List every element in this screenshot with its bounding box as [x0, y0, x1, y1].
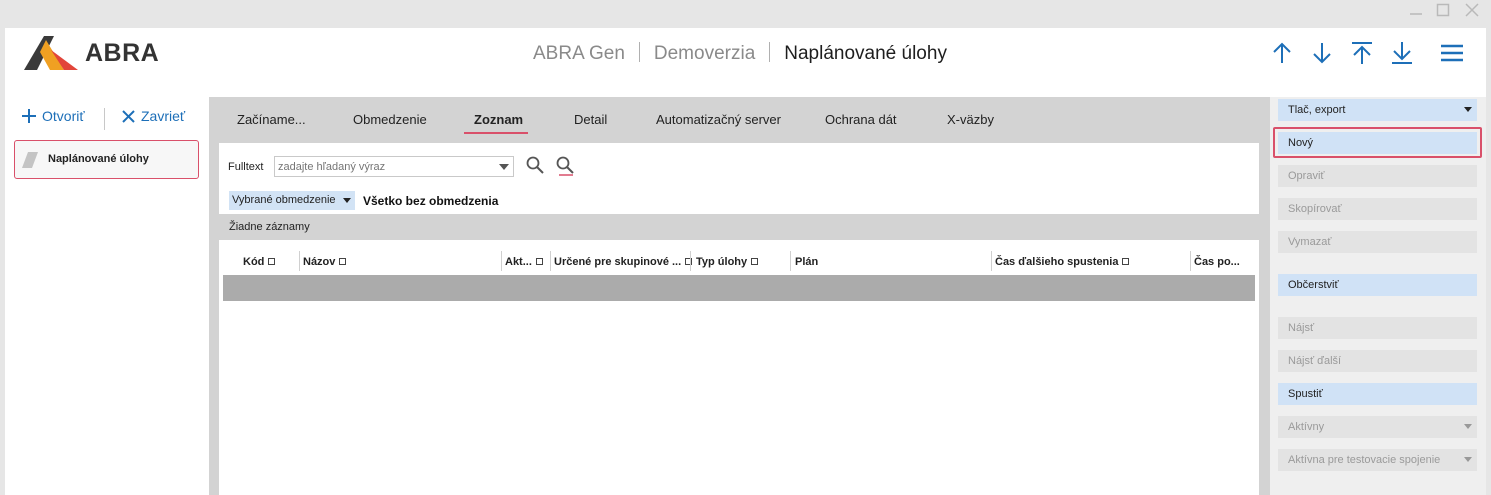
tab-detail[interactable]: Detail	[574, 112, 607, 127]
breadcrumb: ABRA Gen Demoverzia Naplánované úlohy	[533, 42, 947, 65]
toolbar-divider	[104, 108, 105, 130]
chevron-down-icon	[1464, 457, 1472, 462]
column-header-task-type[interactable]: Typ úlohy	[696, 256, 759, 268]
plus-icon	[22, 109, 36, 123]
open-document-label: Naplánované úlohy	[48, 153, 149, 165]
open-button-label: Otvoriť	[42, 108, 85, 124]
fulltext-dropdown-icon[interactable]	[499, 164, 509, 170]
breadcrumb-company[interactable]: Demoverzia	[654, 43, 755, 64]
window-titlebar	[0, 0, 1491, 28]
column-header-plan[interactable]: Plán	[795, 256, 818, 268]
tab-x-links[interactable]: X-väzby	[947, 112, 994, 127]
fulltext-input[interactable]	[274, 156, 514, 177]
restriction-select-label: Vybrané obmedzenie	[232, 194, 336, 206]
refresh-button[interactable]: Občerstviť	[1278, 274, 1477, 296]
app-header: ABRA ABRA Gen Demoverzia Naplánované úlohy	[5, 28, 1486, 78]
fulltext-label: Fulltext	[228, 161, 264, 173]
edit-button[interactable]: Opraviť	[1278, 165, 1477, 187]
list-panel: Fulltext Vybrané obmedzenie Všetko bez o…	[219, 143, 1259, 495]
document-tab-icon	[22, 152, 38, 168]
close-button-label: Zavrieť	[141, 108, 186, 124]
logo-text: ABRA	[85, 39, 160, 67]
column-header-group[interactable]: Určené pre skupinové ...	[554, 256, 693, 268]
search-icon[interactable]	[526, 156, 544, 174]
action-panel: Tlač, export Nový Opraviť Skopírovať Vym…	[1270, 97, 1486, 495]
abra-logo-icon	[24, 36, 78, 70]
column-header-last-run[interactable]: Čas po...	[1194, 256, 1240, 268]
minimize-icon[interactable]	[1405, 3, 1427, 23]
active-tab-indicator	[464, 132, 528, 134]
sort-icon	[268, 258, 276, 265]
arrow-down-icon[interactable]	[1309, 40, 1335, 66]
sort-icon	[685, 258, 693, 265]
chevron-down-icon	[343, 198, 351, 203]
copy-button[interactable]: Skopírovať	[1278, 198, 1477, 220]
sort-icon	[751, 258, 759, 265]
sort-icon	[1122, 258, 1130, 265]
column-header-active[interactable]: Akt...	[505, 256, 543, 268]
run-button[interactable]: Spustiť	[1278, 383, 1477, 405]
tab-data-protection[interactable]: Ochrana dát	[825, 112, 897, 127]
breadcrumb-app[interactable]: ABRA Gen	[533, 43, 625, 64]
sort-icon	[535, 258, 543, 265]
restriction-select[interactable]: Vybrané obmedzenie	[229, 191, 355, 210]
arrow-to-bottom-icon[interactable]	[1389, 40, 1415, 66]
status-strip	[219, 214, 1259, 240]
tab-automation-server[interactable]: Automatizačný server	[656, 112, 781, 127]
new-button[interactable]: Nový	[1278, 132, 1477, 154]
menu-icon[interactable]	[1439, 40, 1465, 66]
tab-list[interactable]: Zoznam	[474, 112, 523, 127]
maximize-icon[interactable]	[1432, 3, 1454, 23]
breadcrumb-separator	[769, 42, 771, 62]
find-next-button[interactable]: Nájsť ďalší	[1278, 350, 1477, 372]
table-row[interactable]	[223, 275, 1255, 301]
column-header-next-run[interactable]: Čas ďalšieho spustenia	[995, 256, 1130, 268]
main-area: Otvoriť Zavrieť Naplánované úlohy Začína…	[5, 78, 1486, 495]
column-header-code[interactable]: Kód	[243, 256, 276, 268]
delete-button[interactable]: Vymazať	[1278, 231, 1477, 253]
grid-header: Kód Názov Akt... Určené pre skupinové ..…	[223, 249, 1255, 274]
print-export-button[interactable]: Tlač, export	[1278, 99, 1477, 121]
close-button[interactable]: Zavrieť	[122, 108, 185, 124]
chevron-down-icon	[1464, 424, 1472, 429]
open-document-item[interactable]: Naplánované úlohy	[14, 140, 199, 179]
page-title: Naplánované úlohy	[784, 43, 947, 64]
open-button[interactable]: Otvoriť	[22, 108, 85, 124]
tab-start[interactable]: Začíname...	[237, 112, 306, 127]
find-button[interactable]: Nájsť	[1278, 317, 1477, 339]
active-dropdown[interactable]: Aktívny	[1278, 416, 1477, 438]
column-header-name[interactable]: Názov	[303, 256, 347, 268]
tab-restriction[interactable]: Obmedzenie	[353, 112, 427, 127]
arrow-up-icon[interactable]	[1269, 40, 1295, 66]
arrow-to-top-icon[interactable]	[1349, 40, 1375, 66]
chevron-down-icon	[1464, 107, 1472, 112]
advanced-search-icon[interactable]	[556, 156, 574, 176]
close-icon[interactable]	[1461, 3, 1483, 23]
breadcrumb-separator	[638, 42, 640, 62]
records-status: Žiadne záznamy	[229, 221, 310, 233]
sort-icon	[339, 258, 347, 265]
x-icon	[122, 110, 135, 123]
restriction-value: Všetko bez obmedzenia	[363, 194, 499, 208]
active-test-dropdown[interactable]: Aktívna pre testovacie spojenie	[1278, 449, 1477, 471]
agenda-panel: Začíname... Obmedzenie Zoznam Detail Aut…	[209, 97, 1270, 495]
